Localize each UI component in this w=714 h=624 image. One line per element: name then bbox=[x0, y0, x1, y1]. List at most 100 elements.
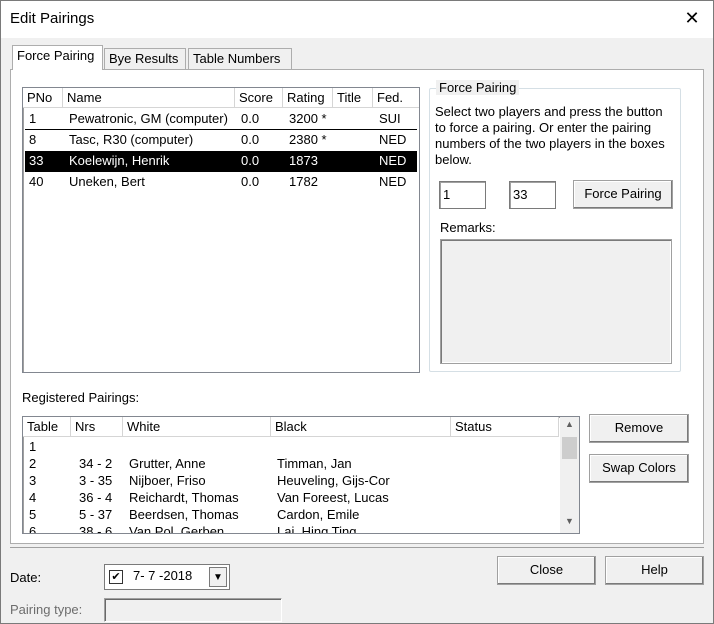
player-score: 0.0 bbox=[241, 174, 260, 189]
force-pairing-instructions: Select two players and press the button … bbox=[435, 104, 665, 167]
scroll-up-icon[interactable]: ▲ bbox=[560, 419, 579, 433]
pairing-row[interactable]: 5 5 - 37 Beerdsen, Thomas Cardon, Emile bbox=[25, 506, 559, 523]
player2-number-field[interactable]: 33 bbox=[509, 181, 556, 209]
col-title[interactable]: Title bbox=[333, 88, 373, 108]
pairing-black: Van Foreest, Lucas bbox=[277, 490, 389, 505]
chevron-down-icon[interactable]: ▼ bbox=[209, 567, 227, 587]
pairings-list-header: Table Nrs White Black Status bbox=[23, 417, 559, 437]
player-title bbox=[335, 151, 375, 172]
col-status[interactable]: Status bbox=[451, 417, 559, 437]
pairing-nrs: 3 - 35 bbox=[79, 473, 113, 488]
pairing-row[interactable]: 2 34 - 2 Grutter, Anne Timman, Jan bbox=[25, 455, 559, 472]
pairing-nrs: 38 - 6 bbox=[79, 524, 113, 534]
pairing-white: Grutter, Anne bbox=[129, 456, 206, 471]
players-list-header: PNo Name Score Rating Title Fed. bbox=[23, 88, 419, 108]
pairing-nrs: 5 - 37 bbox=[79, 507, 113, 522]
pairing-table: 4 bbox=[29, 490, 37, 505]
remove-button[interactable]: Remove bbox=[589, 414, 689, 443]
col-table[interactable]: Table bbox=[23, 417, 71, 437]
player-name: Pewatronic, GM (computer) bbox=[69, 111, 228, 126]
player-row[interactable]: 1 Pewatronic, GM (computer) 0.0 3200 * S… bbox=[25, 109, 417, 130]
player-fed: NED bbox=[379, 132, 407, 147]
tab-table-numbers[interactable]: Table Numbers bbox=[188, 48, 292, 70]
col-pno[interactable]: PNo bbox=[23, 88, 63, 108]
pairing-white bbox=[125, 438, 273, 455]
pairing-black: Cardon, Emile bbox=[277, 507, 360, 522]
pairing-table: 5 bbox=[29, 507, 37, 522]
col-black[interactable]: Black bbox=[271, 417, 451, 437]
player-pno: 40 bbox=[29, 174, 44, 189]
window-title: Edit Pairings bbox=[10, 10, 95, 27]
pairing-black bbox=[273, 438, 453, 455]
scroll-down-icon[interactable]: ▼ bbox=[560, 516, 579, 530]
player-rating: 1873 bbox=[289, 153, 318, 168]
player-title bbox=[335, 172, 375, 193]
col-fed[interactable]: Fed. bbox=[373, 88, 419, 108]
pairing-type-field bbox=[104, 598, 282, 622]
col-score[interactable]: Score bbox=[235, 88, 283, 108]
player-fed: NED bbox=[379, 174, 407, 189]
pairing-row[interactable]: 6 38 - 6 Van Pol, Gerben Lai, Hing Ting bbox=[25, 523, 559, 534]
player-name: Tasc, R30 (computer) bbox=[69, 132, 194, 147]
col-rating[interactable]: Rating bbox=[283, 88, 333, 108]
player-rating: 1782 bbox=[289, 174, 318, 189]
player-title bbox=[335, 109, 375, 130]
close-icon[interactable]: ✕ bbox=[680, 6, 704, 30]
player-row[interactable]: 8 Tasc, R30 (computer) 0.0 2380 * NED bbox=[25, 130, 417, 151]
swap-colors-button[interactable]: Swap Colors bbox=[589, 454, 689, 483]
scroll-thumb[interactable] bbox=[562, 437, 577, 459]
col-nrs[interactable]: Nrs bbox=[71, 417, 123, 437]
players-list[interactable]: PNo Name Score Rating Title Fed. 1 Pewat… bbox=[22, 87, 420, 373]
player-score: 0.0 bbox=[241, 153, 260, 168]
pairing-white: Van Pol, Gerben bbox=[129, 524, 225, 534]
pairing-table: 1 bbox=[29, 439, 37, 454]
col-name[interactable]: Name bbox=[63, 88, 235, 108]
pairing-white: Reichardt, Thomas bbox=[129, 490, 239, 505]
date-checkbox[interactable]: ✔ bbox=[109, 570, 123, 584]
pairing-white: Beerdsen, Thomas bbox=[129, 507, 239, 522]
tab-force-pairing[interactable]: Force Pairing bbox=[12, 45, 103, 70]
player-rating: 3200 * bbox=[289, 111, 327, 126]
player-row-selected[interactable]: 33 Koelewijn, Henrik 0.0 1873 NED bbox=[25, 151, 417, 172]
remarks-box[interactable] bbox=[440, 239, 672, 364]
player-fed: NED bbox=[379, 153, 407, 168]
player-name: Uneken, Bert bbox=[69, 174, 145, 189]
pairing-row[interactable]: 4 36 - 4 Reichardt, Thomas Van Foreest, … bbox=[25, 489, 559, 506]
col-white[interactable]: White bbox=[123, 417, 271, 437]
player-pno: 33 bbox=[29, 153, 44, 168]
separator bbox=[10, 547, 704, 548]
player-name: Koelewijn, Henrik bbox=[69, 153, 170, 168]
force-pairing-button[interactable]: Force Pairing bbox=[573, 180, 673, 209]
pairing-black: Lai, Hing Ting bbox=[277, 524, 357, 534]
date-label: Date: bbox=[10, 570, 42, 585]
player-score: 0.0 bbox=[241, 111, 260, 126]
pairing-black: Heuveling, Gijs-Cor bbox=[277, 473, 390, 488]
pairing-table: 6 bbox=[29, 524, 37, 534]
player1-number-field[interactable]: 1 bbox=[439, 181, 486, 209]
player-row[interactable]: 40 Uneken, Bert 0.0 1782 NED bbox=[25, 172, 417, 193]
force-pairing-group-title: Force Pairing bbox=[436, 80, 520, 95]
player-rating: 2380 * bbox=[289, 132, 327, 147]
pairing-row[interactable]: 3 3 - 35 Nijboer, Friso Heuveling, Gijs-… bbox=[25, 472, 559, 489]
pairing-nrs: 34 - 2 bbox=[79, 456, 113, 471]
title-bar bbox=[0, 0, 714, 38]
date-value[interactable]: 7- 7 -2018 bbox=[133, 568, 192, 583]
pairing-nrs: 36 - 4 bbox=[79, 490, 113, 505]
pairing-table: 2 bbox=[29, 456, 37, 471]
player-pno: 1 bbox=[29, 111, 37, 126]
date-picker[interactable]: ✔ 7- 7 -2018 ▼ bbox=[104, 564, 230, 590]
pairing-type-label: Pairing type: bbox=[10, 602, 83, 617]
pairing-nrs bbox=[75, 438, 125, 455]
pairing-black: Timman, Jan bbox=[277, 456, 352, 471]
registered-pairings-label: Registered Pairings: bbox=[22, 390, 140, 405]
player-score: 0.0 bbox=[241, 132, 260, 147]
player-pno: 8 bbox=[29, 132, 37, 147]
tab-bye-results[interactable]: Bye Results bbox=[104, 48, 186, 70]
help-button[interactable]: Help bbox=[605, 556, 704, 585]
player-title bbox=[335, 130, 375, 151]
pairing-row[interactable]: 1 bbox=[25, 438, 559, 455]
close-button[interactable]: Close bbox=[497, 556, 596, 585]
player-fed: SUI bbox=[379, 111, 401, 126]
registered-pairings-list[interactable]: Table Nrs White Black Status 1 2 34 - 2 … bbox=[22, 416, 580, 534]
pairings-scrollbar[interactable]: ▲ ▼ bbox=[560, 417, 579, 533]
